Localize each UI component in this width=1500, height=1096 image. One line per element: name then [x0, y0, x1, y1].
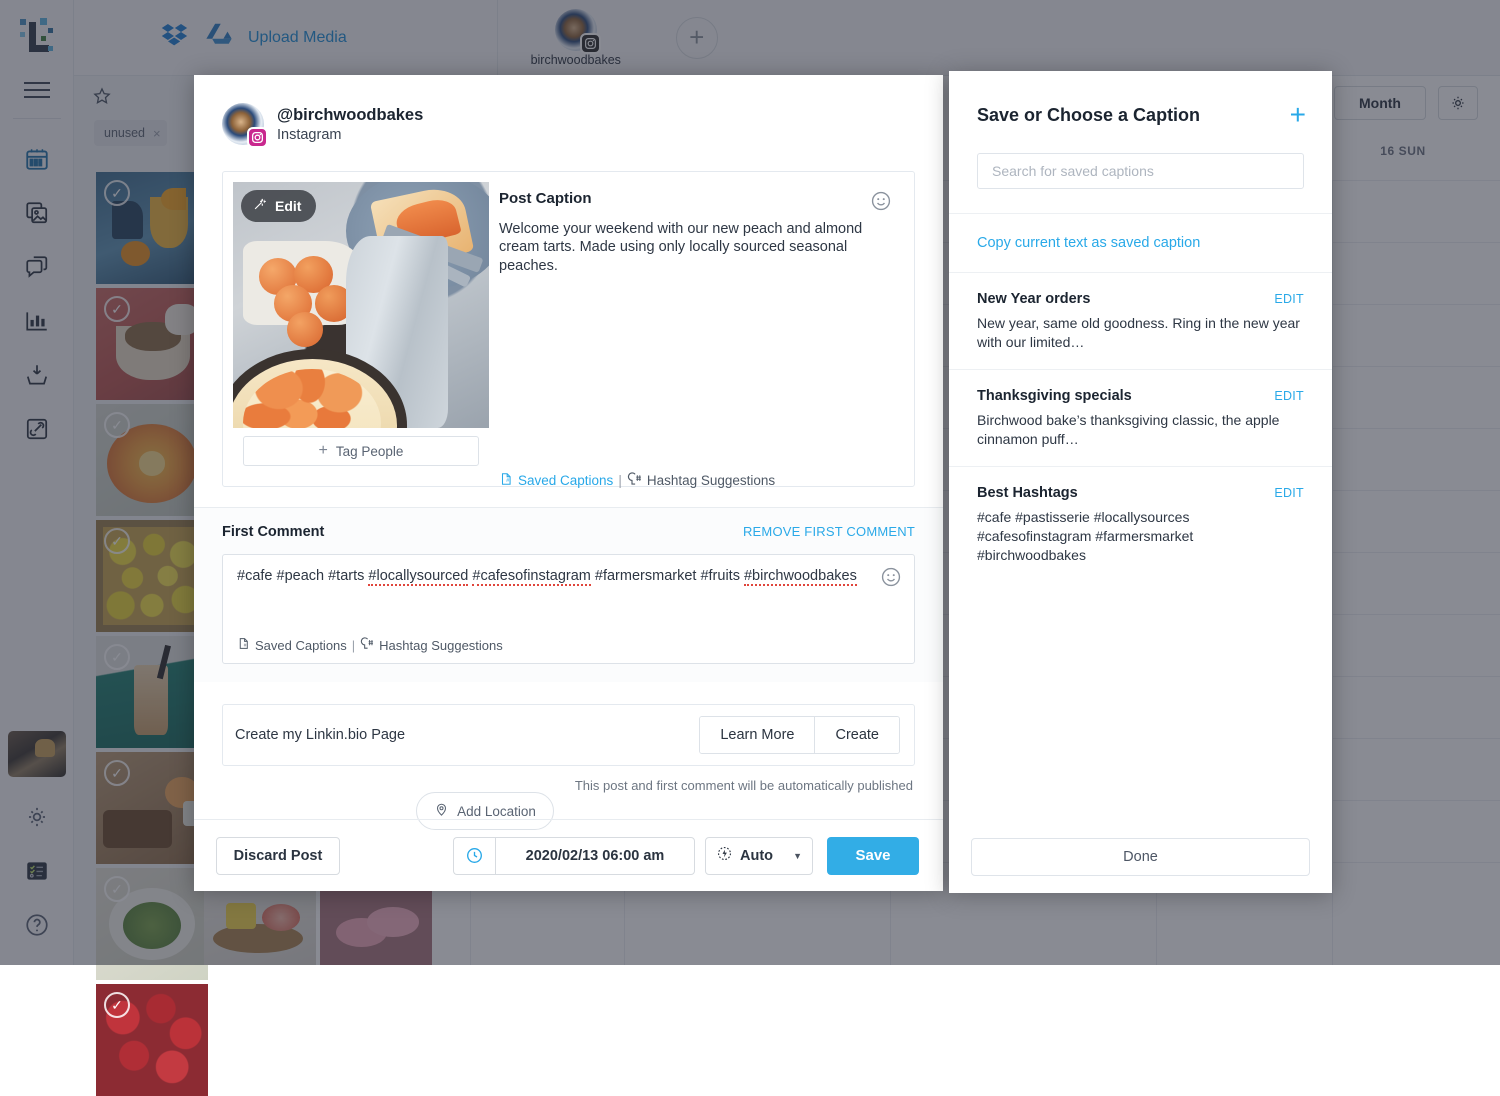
copy-current-text-row[interactable]: Copy current text as saved caption: [949, 213, 1332, 273]
list-item[interactable]: New Year orders EDIT New year, same old …: [949, 273, 1332, 370]
search-input[interactable]: Search for saved captions: [977, 153, 1304, 189]
post-composer-modal: @birchwoodbakes Instagram: [194, 75, 943, 891]
edit-label: Edit: [275, 198, 301, 214]
saved-captions-link[interactable]: Saved Captions: [518, 473, 613, 488]
saved-captions-icon[interactable]: #: [499, 471, 513, 490]
list-item[interactable]: ✓: [96, 984, 208, 1096]
auto-publish-icon: [716, 845, 733, 866]
clock-icon[interactable]: [453, 837, 495, 875]
smiley-icon[interactable]: [870, 190, 892, 212]
saved-caption-body: Birchwood bake’s thanksgiving classic, t…: [977, 411, 1304, 448]
done-button[interactable]: Done: [971, 838, 1310, 876]
first-comment-text: #cafe #peach #tarts: [237, 568, 368, 584]
composer-footer: Discard Post 2020/02/13 06:00 am Auto ▼ …: [194, 819, 943, 891]
remove-first-comment-button[interactable]: REMOVE FIRST COMMENT: [743, 524, 915, 539]
magic-wand-icon: [252, 197, 267, 215]
saved-captions-modal: Save or Choose a Caption + Search for sa…: [949, 71, 1332, 893]
edit-image-button[interactable]: Edit: [241, 190, 316, 222]
location-pin-icon: [434, 802, 449, 820]
page-title: Save or Choose a Caption: [977, 105, 1200, 126]
post-card: Edit + Tag People Post Capt: [222, 171, 915, 487]
first-comment-text: #farmersmarket #fruits: [591, 568, 744, 584]
account-network: Instagram: [277, 127, 423, 143]
schedule-datetime-input[interactable]: 2020/02/13 06:00 am: [495, 837, 695, 875]
smiley-icon[interactable]: [880, 566, 902, 588]
saved-caption-name: New Year orders: [977, 291, 1090, 307]
tag-people-button[interactable]: + Tag People: [243, 436, 479, 466]
saved-captions-link[interactable]: Saved Captions: [255, 638, 347, 653]
saved-caption-body: New year, same old goodness. Ring in the…: [977, 314, 1304, 351]
copy-current-text-link[interactable]: Copy current text as saved caption: [977, 235, 1200, 251]
spellcheck-word: #cafesofinstagram: [472, 568, 590, 586]
first-comment-input[interactable]: #cafe #peach #tarts #locallysourced #caf…: [222, 554, 915, 664]
saved-captions-footer: Done: [949, 821, 1332, 893]
svg-text:#: #: [506, 478, 509, 484]
tag-people-label: Tag People: [336, 444, 404, 459]
save-button[interactable]: Save: [827, 837, 919, 875]
svg-text:#: #: [244, 642, 247, 648]
linkin-bio-promo: Create my Linkin.bio Page Learn More Cre…: [222, 704, 915, 766]
hashtag-suggestions-link[interactable]: Hashtag Suggestions: [379, 638, 503, 653]
hashtag-suggestions-icon[interactable]: [360, 636, 374, 654]
auto-publish-note: This post and first comment will be auto…: [575, 778, 913, 793]
hashtag-suggestions-link[interactable]: Hashtag Suggestions: [647, 473, 775, 488]
instagram-icon: [247, 127, 268, 148]
post-caption-input[interactable]: Welcome your weekend with our new peach …: [499, 220, 879, 275]
separator: |: [352, 638, 355, 653]
plus-icon: +: [319, 442, 328, 460]
composer-account-header: @birchwoodbakes Instagram: [194, 75, 943, 145]
post-caption-title: Post Caption: [499, 190, 894, 207]
search-placeholder: Search for saved captions: [992, 163, 1154, 179]
first-comment-section: First Comment REMOVE FIRST COMMENT #cafe…: [194, 507, 943, 682]
chevron-down-icon[interactable]: ▼: [793, 851, 802, 861]
edit-button[interactable]: EDIT: [1274, 486, 1304, 500]
list-item[interactable]: Thanksgiving specials EDIT Birchwood bak…: [949, 370, 1332, 467]
list-item[interactable]: Best Hashtags EDIT #cafe #pastisserie #l…: [949, 467, 1332, 582]
linkin-bio-label: Create my Linkin.bio Page: [235, 727, 405, 743]
saved-captions-icon[interactable]: #: [237, 636, 250, 654]
add-location-label: Add Location: [457, 804, 536, 819]
publish-mode-select[interactable]: Auto ▼: [705, 837, 813, 875]
publish-mode-label: Auto: [740, 848, 773, 864]
spellcheck-word: #birchwoodbakes: [744, 568, 857, 586]
separator: |: [618, 473, 622, 488]
saved-caption-body: #cafe #pastisserie #locallysources #cafe…: [977, 508, 1227, 564]
hashtag-suggestions-icon[interactable]: [627, 471, 642, 490]
edit-button[interactable]: EDIT: [1274, 389, 1304, 403]
saved-caption-name: Thanksgiving specials: [977, 388, 1132, 404]
create-button[interactable]: Create: [814, 717, 899, 753]
plus-icon[interactable]: +: [1290, 101, 1306, 129]
peach-almond-tart-photo[interactable]: Edit: [233, 182, 489, 428]
spellcheck-word: #locallysourced: [368, 568, 468, 586]
account-handle: @birchwoodbakes: [277, 106, 423, 125]
edit-button[interactable]: EDIT: [1274, 292, 1304, 306]
first-comment-title: First Comment: [222, 524, 324, 540]
learn-more-button[interactable]: Learn More: [700, 717, 814, 753]
saved-caption-name: Best Hashtags: [977, 485, 1078, 501]
discard-post-button[interactable]: Discard Post: [216, 837, 340, 875]
selected-check-icon[interactable]: ✓: [104, 992, 130, 1018]
